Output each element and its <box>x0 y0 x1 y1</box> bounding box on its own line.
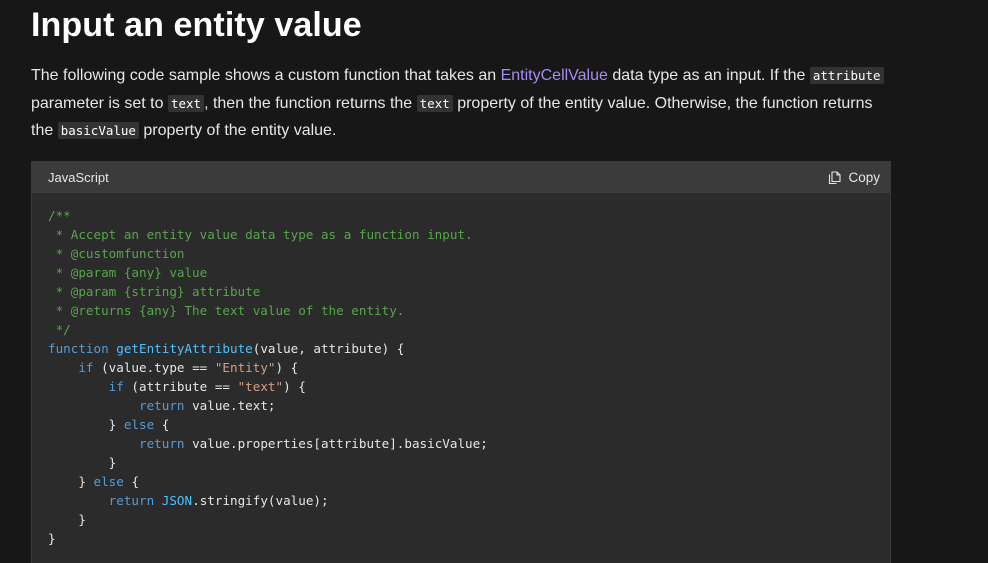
code-function-name: getEntityAttribute <box>116 341 253 356</box>
inline-code-text: text <box>167 94 205 112</box>
code-text: } <box>48 531 56 546</box>
code-text: ) { <box>275 360 299 375</box>
code-keyword: function <box>48 341 109 356</box>
code-keyword: if <box>78 360 94 375</box>
paragraph-text: The following code sample shows a custom… <box>31 67 501 84</box>
code-object: JSON <box>161 493 193 508</box>
code-keyword: if <box>108 379 124 394</box>
code-text: } <box>78 474 94 489</box>
code-content: /** * Accept an entity value data type a… <box>32 193 890 548</box>
code-line: /** <box>48 208 71 223</box>
code-text: value.text; <box>184 398 276 413</box>
copy-label: Copy <box>848 170 880 185</box>
paragraph-text: , then the function returns the <box>204 94 417 112</box>
code-text: { <box>123 474 140 489</box>
code-line: */ <box>48 322 71 337</box>
code-text: } <box>108 417 124 432</box>
inline-code-basicvalue: basicValue <box>57 122 139 139</box>
section-heading: Input an entity value <box>31 6 362 44</box>
code-block: JavaScript Copy /** * Accept an entity v… <box>31 161 891 563</box>
code-text: (value.type == <box>93 360 215 375</box>
code-text: (attribute == <box>123 379 238 394</box>
code-line: * Accept an entity value data type as a … <box>48 227 473 242</box>
code-keyword: else <box>123 417 155 432</box>
code-block-header: JavaScript Copy <box>32 162 890 193</box>
code-text: .stringify(value); <box>192 493 329 508</box>
code-keyword: else <box>93 474 124 489</box>
copy-button[interactable]: Copy <box>828 170 880 185</box>
code-line: * @customfunction <box>48 246 185 261</box>
copy-icon <box>828 170 842 185</box>
code-text: } <box>78 512 86 527</box>
code-keyword: return <box>139 436 185 451</box>
inline-code-text: text <box>416 94 453 112</box>
code-text: ) { <box>283 379 306 394</box>
paragraph-text: parameter is set to <box>31 94 168 112</box>
code-keyword: return <box>108 493 155 508</box>
code-text: } <box>108 455 117 470</box>
code-string: "Entity" <box>214 360 276 375</box>
code-text: { <box>154 417 170 432</box>
code-keyword: return <box>139 398 185 413</box>
paragraph-text: property of the entity value. <box>138 122 337 139</box>
code-text: value.properties[attribute].basicValue; <box>184 436 488 451</box>
code-text: (value, attribute) { <box>252 341 405 356</box>
code-line: * @returns {any} The text value of the e… <box>48 303 405 318</box>
code-line: * @param {string} attribute <box>48 284 261 299</box>
entitycellvalue-link[interactable]: EntityCellValue <box>501 67 608 84</box>
description-paragraph: The following code sample shows a custom… <box>31 62 891 145</box>
paragraph-text: data type as an input. If the <box>607 67 810 84</box>
code-line: * @param {any} value <box>48 265 208 280</box>
inline-code-attribute: attribute <box>809 67 884 84</box>
code-language-label: JavaScript <box>48 170 109 185</box>
code-string: "text" <box>237 379 284 394</box>
